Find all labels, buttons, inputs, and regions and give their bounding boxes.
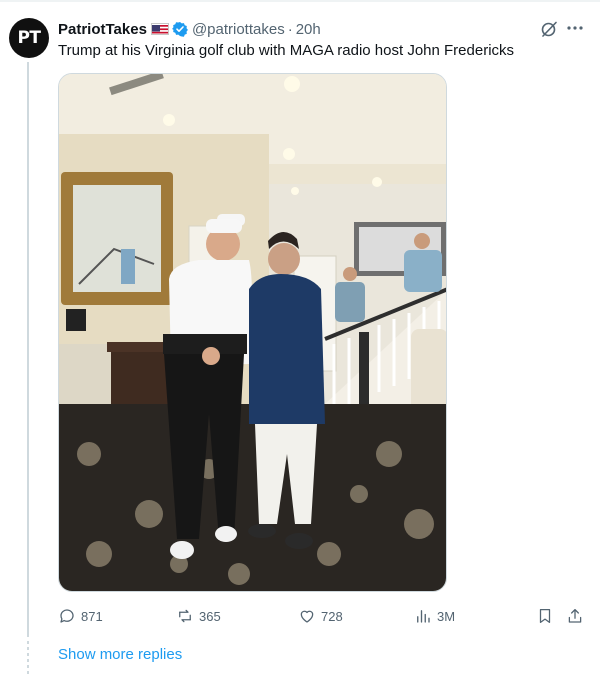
repost-count: 365 <box>199 608 221 624</box>
tweet-photo[interactable] <box>58 73 447 592</box>
verified-badge-icon[interactable] <box>172 21 188 37</box>
grok-icon[interactable] <box>540 20 558 38</box>
us-flag-icon <box>150 23 169 35</box>
heart-icon <box>300 610 314 623</box>
avatar-column: PT <box>9 18 49 58</box>
like-count: 728 <box>321 608 343 624</box>
avatar-initials: PT <box>17 28 41 48</box>
tweet-text: Trump at his Virginia golf club with MAG… <box>58 42 515 59</box>
avatar[interactable]: PT <box>9 18 49 58</box>
tweet-actions: 871 365 728 3M <box>58 605 588 627</box>
reply-button[interactable]: 871 <box>58 605 103 627</box>
share-icon <box>568 608 582 623</box>
author-handle[interactable]: @patriottakes <box>192 21 285 38</box>
bookmark-icon <box>539 608 551 624</box>
views-button[interactable]: 3M <box>414 605 455 627</box>
tweet-header: PatriotTakes @patriottakes · 20h <box>58 19 321 39</box>
repost-button[interactable]: 365 <box>176 605 221 627</box>
bookmark-button[interactable] <box>536 605 559 627</box>
analytics-icon <box>417 610 430 623</box>
separator-dot: · <box>287 20 293 38</box>
reply-icon <box>60 609 74 623</box>
thread-dotted-line <box>27 641 29 675</box>
like-button[interactable]: 728 <box>298 605 343 627</box>
top-divider <box>0 0 600 2</box>
more-options-icon[interactable] <box>566 19 584 41</box>
show-more-replies-link[interactable]: Show more replies <box>58 646 182 663</box>
repost-icon <box>179 609 191 623</box>
timestamp[interactable]: 20h <box>296 21 321 38</box>
reply-count: 871 <box>81 608 103 624</box>
display-name[interactable]: PatriotTakes <box>58 21 147 38</box>
views-count: 3M <box>437 608 456 624</box>
share-button[interactable] <box>566 605 589 627</box>
thread-line <box>27 62 29 637</box>
